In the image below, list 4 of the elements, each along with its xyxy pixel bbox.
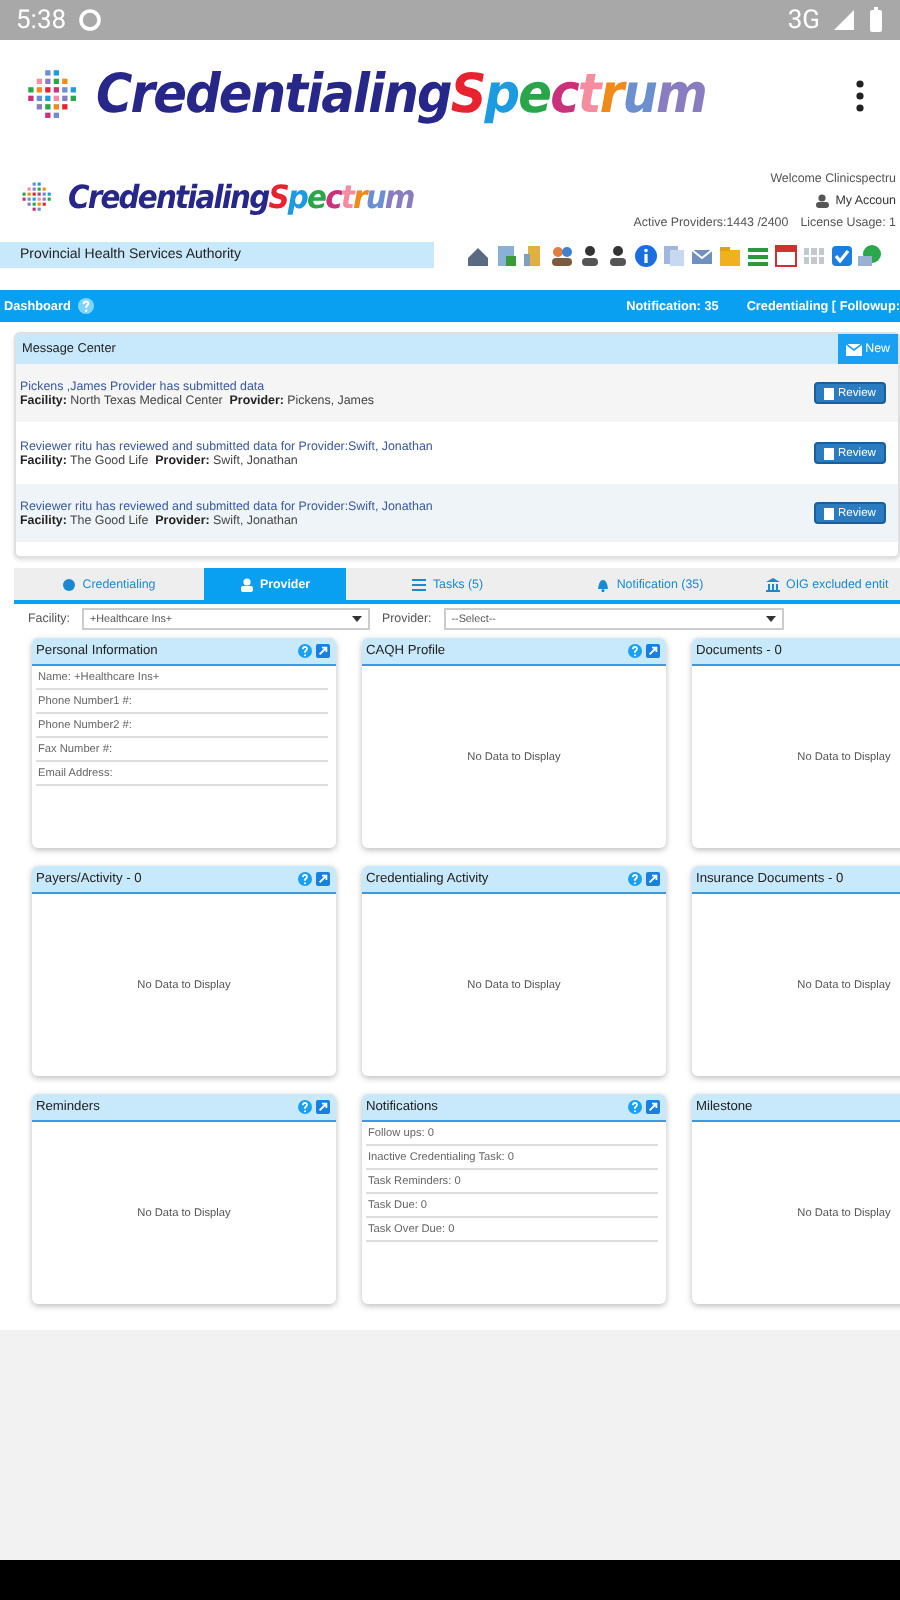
- logo-text: CredentialingSpectrum: [67, 178, 413, 216]
- logo-text: CredentialingSpectrum: [95, 64, 706, 126]
- status-time: 5:38: [16, 5, 67, 35]
- network-type: 3G: [787, 5, 820, 35]
